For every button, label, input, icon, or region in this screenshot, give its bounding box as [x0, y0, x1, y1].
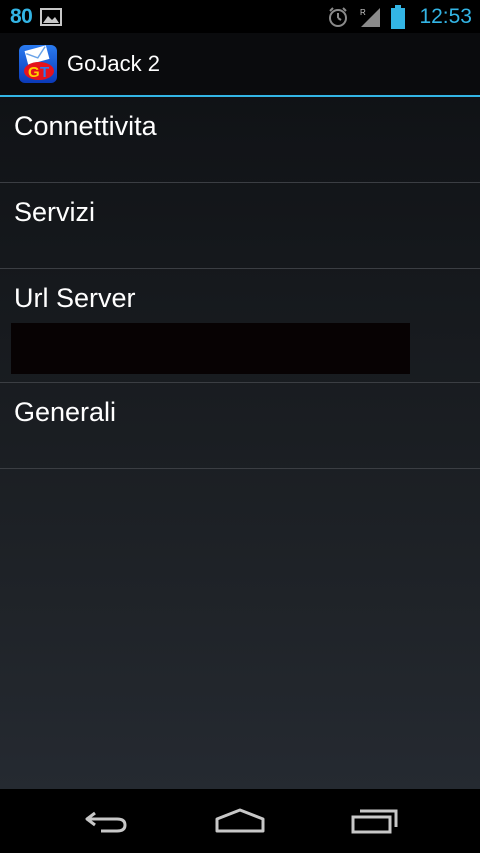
home-button[interactable]: [190, 789, 290, 853]
app-title: GoJack 2: [67, 51, 160, 76]
url-server-input[interactable]: [11, 323, 410, 374]
battery-percent-text: 80: [10, 4, 33, 28]
status-bar-left: 80: [0, 4, 63, 29]
home-icon: [214, 807, 266, 835]
status-bar: 80 R 12:53: [0, 0, 480, 33]
preferences-list: Connettivita Servizi Url Server Generali: [0, 97, 480, 469]
recents-button[interactable]: [325, 789, 425, 853]
pref-item-generali[interactable]: Generali: [0, 383, 480, 469]
screen: 80 R 12:53 G T GoJack 2 Connettivita Ser…: [0, 0, 480, 853]
recents-icon: [350, 807, 400, 835]
battery-icon: [391, 4, 406, 29]
alarm-icon: [327, 6, 349, 28]
pref-item-servizi[interactable]: Servizi: [0, 183, 480, 269]
pref-item-url-server: Url Server: [0, 269, 480, 383]
back-button[interactable]: [57, 789, 157, 853]
signal-icon: R: [359, 6, 381, 28]
gojack-app-icon[interactable]: G T: [19, 45, 57, 83]
back-icon: [83, 807, 131, 835]
pref-item-label: Url Server: [14, 283, 136, 313]
status-bar-right: R 12:53: [327, 0, 472, 33]
svg-text:G: G: [28, 64, 40, 81]
clock-text: 12:53: [419, 4, 472, 28]
pref-item-connettivita[interactable]: Connettivita: [0, 97, 480, 183]
pref-item-label: Connettivita: [14, 111, 157, 141]
pref-item-label: Servizi: [14, 197, 96, 227]
pref-item-label: Generali: [14, 397, 117, 427]
svg-text:R: R: [360, 8, 366, 17]
gallery-icon: [40, 7, 63, 26]
navigation-bar: [0, 789, 480, 853]
action-bar: G T GoJack 2: [0, 33, 480, 97]
svg-text:T: T: [40, 64, 49, 81]
